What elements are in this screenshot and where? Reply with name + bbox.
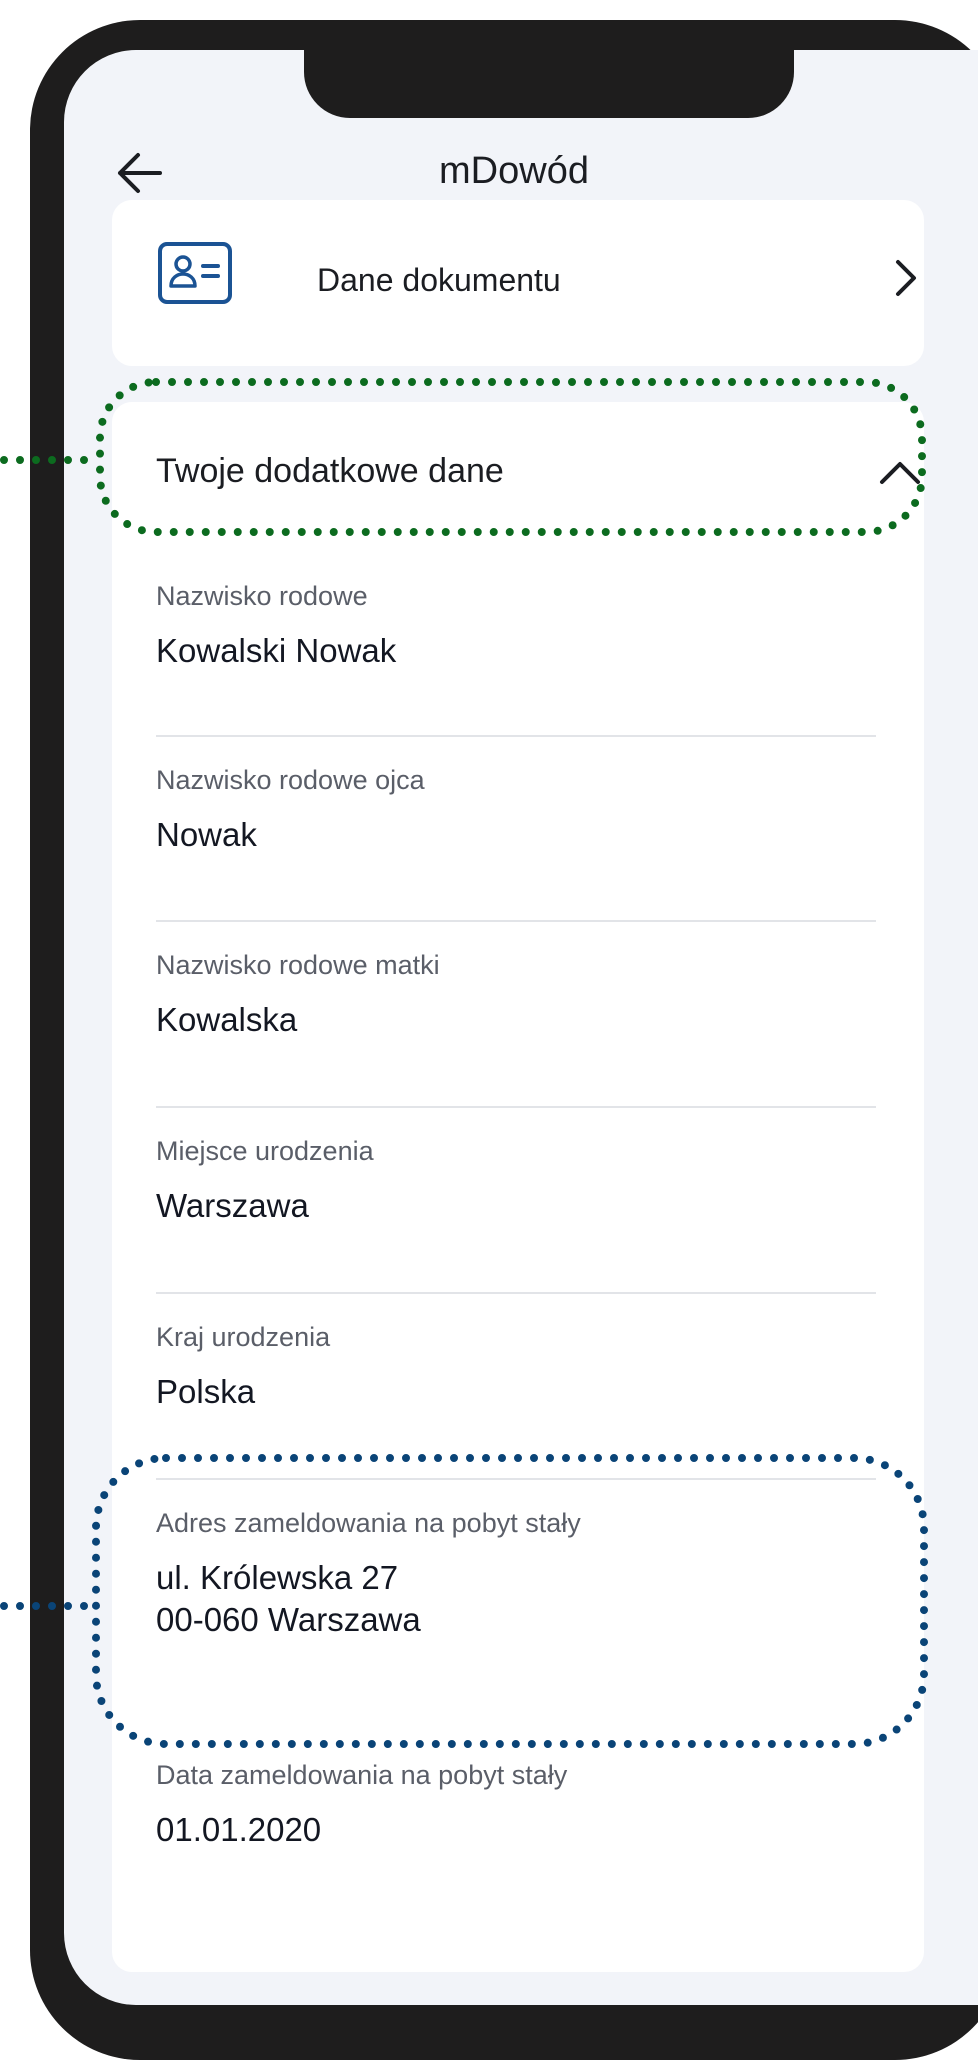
field-place-of-birth: Miejsce urodzenia Warszawa xyxy=(156,1135,876,1227)
field-mother-maiden-name: Nazwisko rodowe matki Kowalska xyxy=(156,949,876,1041)
app-screen: mDowód Dane dokumentu Twoje dodatkowe da… xyxy=(64,50,978,2005)
page-title: mDowód xyxy=(439,150,589,192)
field-value: Kowalski Nowak xyxy=(156,632,397,669)
chevron-up-icon xyxy=(880,462,920,484)
field-label: Kraj urodzenia xyxy=(156,1322,331,1352)
divider xyxy=(156,735,876,737)
field-value: Kowalska xyxy=(156,1001,298,1038)
field-label: Nazwisko rodowe ojca xyxy=(156,765,425,795)
field-label: Miejsce urodzenia xyxy=(156,1136,374,1166)
divider xyxy=(156,1478,876,1480)
divider xyxy=(156,1106,876,1108)
document-data-card[interactable]: Dane dokumentu xyxy=(112,200,924,366)
field-country-of-birth: Kraj urodzenia Polska xyxy=(156,1321,876,1413)
field-father-maiden-name: Nazwisko rodowe ojca Nowak xyxy=(156,764,876,856)
additional-data-title: Twoje dodatkowe dane xyxy=(156,452,504,490)
field-label: Data zameldowania na pobyt stały xyxy=(156,1760,568,1790)
field-value: Polska xyxy=(156,1373,256,1410)
field-value: ul. Królewska 27 00-060 Warszawa xyxy=(156,1559,421,1638)
phone-notch xyxy=(304,50,794,118)
additional-data-header[interactable]: Twoje dodatkowe dane xyxy=(112,402,924,540)
id-card-icon xyxy=(158,242,232,304)
additional-data-card: Twoje dodatkowe dane Nazwisko rodowe Kow… xyxy=(112,402,924,1972)
divider xyxy=(156,1292,876,1294)
field-value: Warszawa xyxy=(156,1187,309,1224)
field-label: Nazwisko rodowe matki xyxy=(156,950,440,980)
field-label: Adres zameldowania na pobyt stały xyxy=(156,1508,581,1538)
field-maiden-name: Nazwisko rodowe Kowalski Nowak xyxy=(156,580,876,672)
field-label: Nazwisko rodowe xyxy=(156,581,368,611)
field-permanent-address: Adres zameldowania na pobyt stały ul. Kr… xyxy=(156,1507,876,1641)
document-data-label: Dane dokumentu xyxy=(317,262,561,298)
field-value: Nowak xyxy=(156,816,257,853)
field-value: 01.01.2020 xyxy=(156,1811,322,1848)
divider xyxy=(156,920,876,922)
chevron-right-icon xyxy=(896,260,916,296)
field-registration-date: Data zameldowania na pobyt stały 01.01.2… xyxy=(156,1759,876,1851)
